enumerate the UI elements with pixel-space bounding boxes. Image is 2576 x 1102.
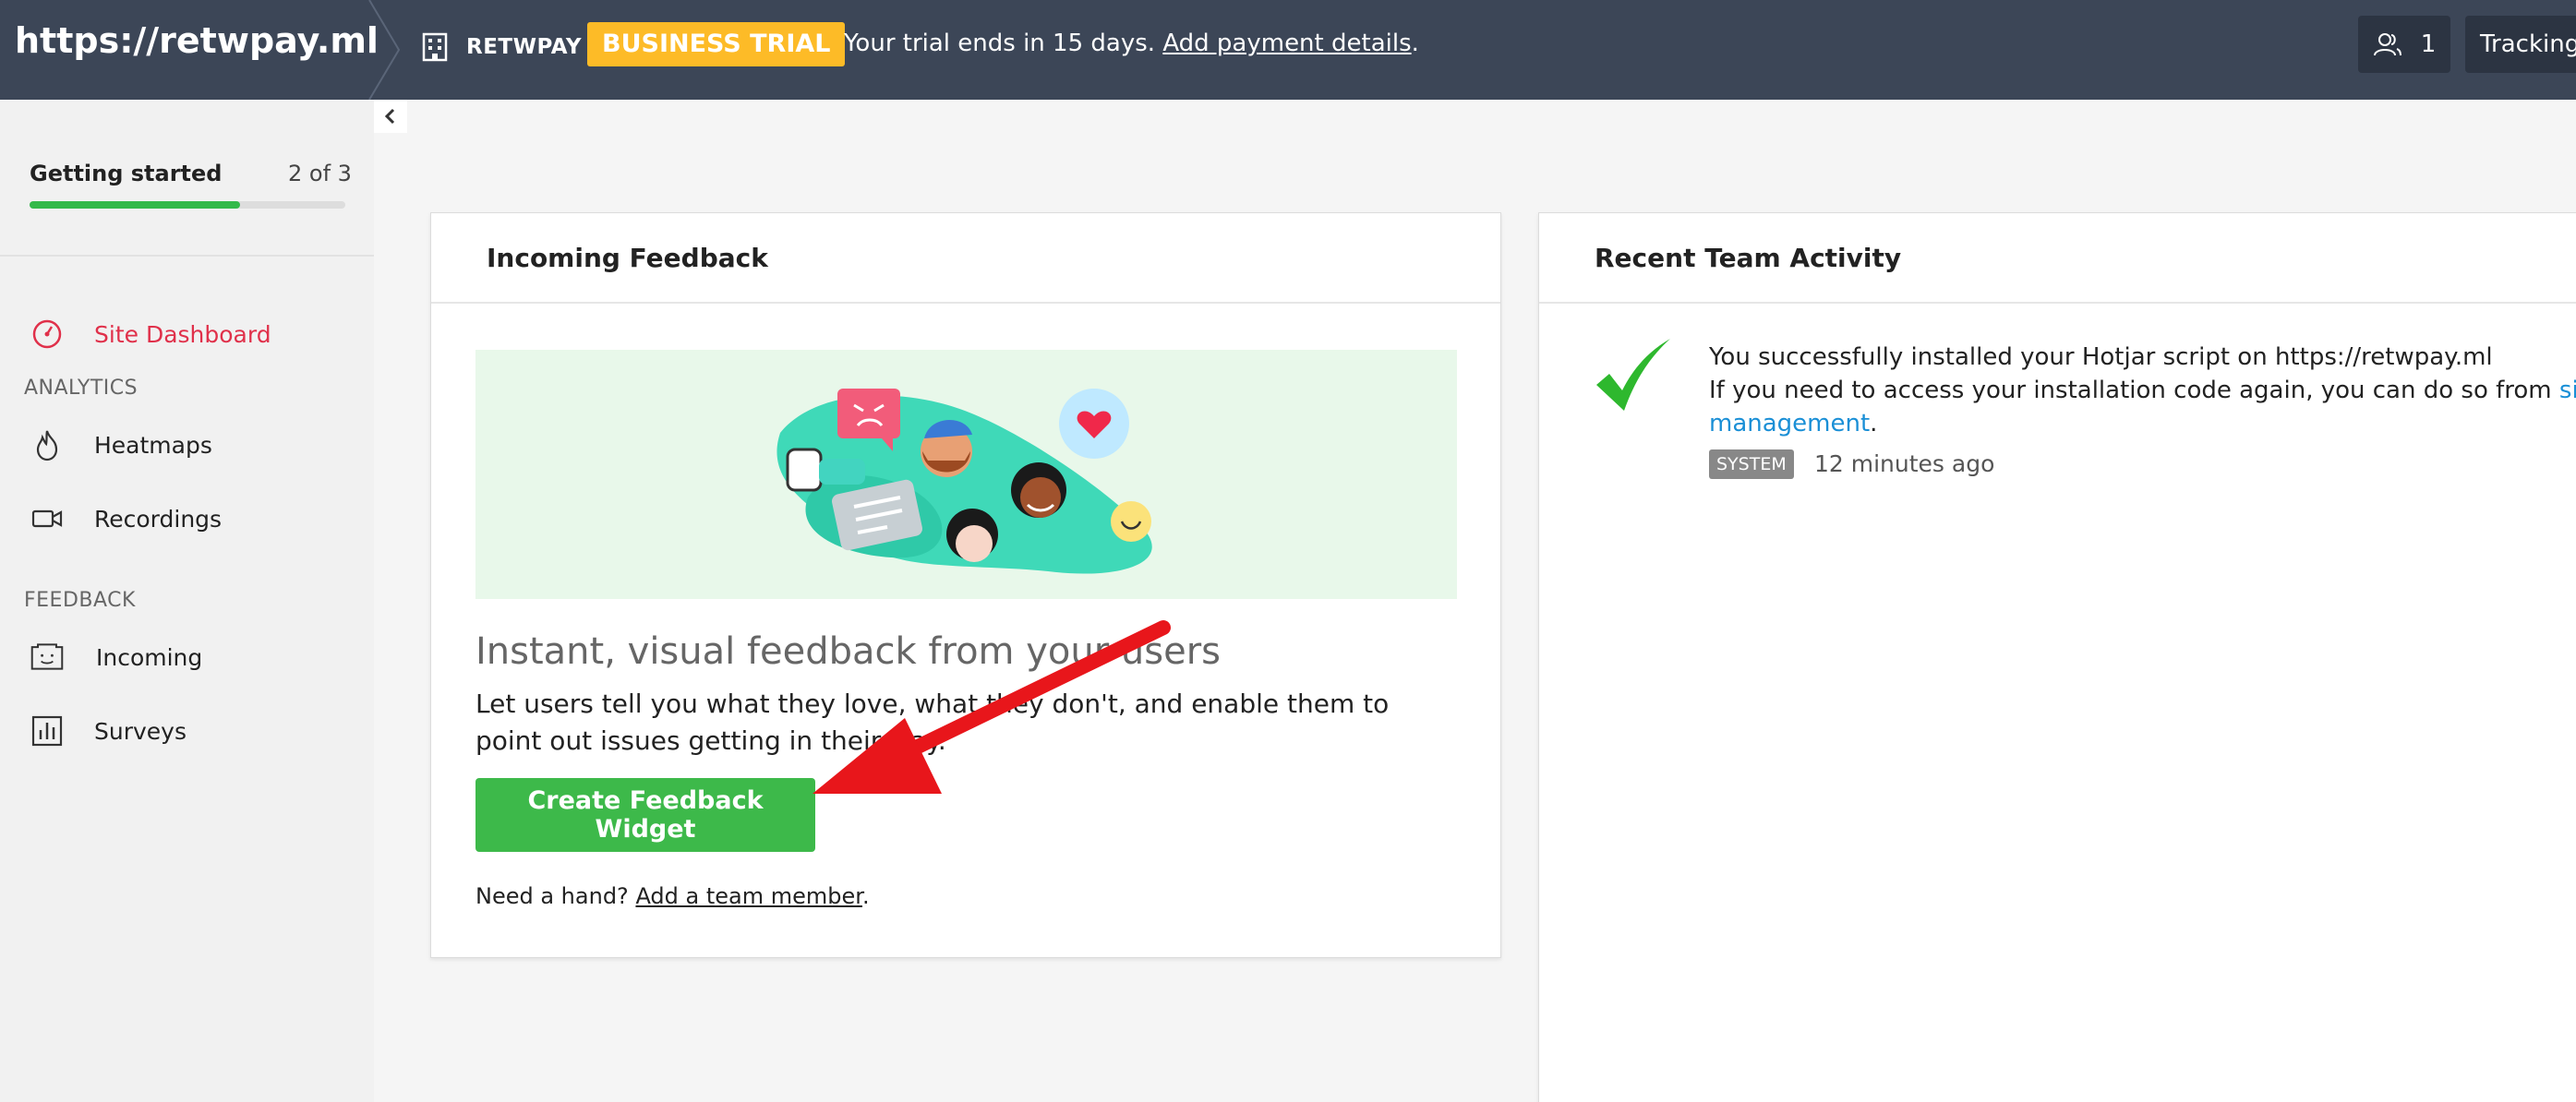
system-badge: SYSTEM (1709, 449, 1794, 479)
sidebar-item-incoming[interactable]: Incoming (0, 629, 374, 685)
video-camera-icon (31, 509, 63, 528)
feedback-section-label: FEEDBACK (24, 589, 136, 612)
incoming-feedback-card: Incoming Feedback Instant, visual feedba… (430, 212, 1501, 958)
sidebar: Getting started 2 of 3 Site Dashboard AN… (0, 100, 374, 1102)
sidebar-item-label: Heatmaps (94, 431, 212, 459)
sidebar-item-recordings[interactable]: Recordings (0, 491, 374, 546)
sidebar-item-label: Site Dashboard (94, 320, 271, 348)
add-payment-link[interactable]: Add payment details (1162, 30, 1411, 57)
sidebar-divider (0, 255, 374, 257)
trial-badge: BUSINESS TRIAL (587, 22, 846, 66)
card-title: Incoming Feedback (431, 213, 1500, 304)
top-bar: https://retwpay.ml RETWPAY BUSINESS TRIA… (0, 0, 2576, 100)
getting-started-progress (30, 201, 345, 209)
feedback-illustration (475, 350, 1457, 599)
heart-bubble-illustration (1059, 389, 1129, 459)
help-text: Need a hand? Add a team member. (475, 883, 870, 909)
create-feedback-widget-button[interactable]: Create Feedback Widget (475, 778, 815, 852)
trial-text: Your trial ends in 15 days. (844, 30, 1156, 57)
activity-line-2-suffix: . (1870, 410, 1878, 437)
tracking-button[interactable]: Tracking (2465, 16, 2576, 73)
sidebar-item-label: Surveys (94, 717, 187, 745)
collapse-sidebar-button[interactable] (374, 100, 407, 133)
getting-started-count: 2 of 3 (288, 161, 352, 186)
trial-notice: Your trial ends in 15 days. Add payment … (844, 30, 1419, 57)
feedback-headline: Instant, visual feedback from your users (475, 630, 1221, 673)
analytics-section-label: ANALYTICS (24, 377, 138, 400)
help-suffix: . (861, 883, 870, 909)
sidebar-item-site-dashboard[interactable]: Site Dashboard (0, 306, 374, 362)
team-members-button[interactable]: 1 (2358, 16, 2450, 73)
sidebar-item-label: Incoming (96, 643, 203, 671)
sidebar-item-label: Recordings (94, 505, 223, 533)
sidebar-item-surveys[interactable]: Surveys (0, 703, 374, 759)
add-team-member-link[interactable]: Add a team member (635, 883, 862, 909)
feedback-description: Let users tell you what they love, what … (475, 689, 1390, 756)
help-prefix: Need a hand? (475, 883, 629, 909)
getting-started-label[interactable]: Getting started (30, 161, 223, 186)
chevron-left-icon (384, 108, 395, 125)
building-icon (422, 32, 448, 62)
winking-emoji-illustration (1111, 501, 1151, 542)
site-url[interactable]: https://retwpay.ml (15, 20, 379, 61)
recent-team-activity-card: Recent Team Activity You successfully in… (1538, 212, 2576, 1102)
breadcrumb-separator-icon (368, 0, 401, 100)
trial-suffix: . (1411, 30, 1419, 57)
sidebar-item-heatmaps[interactable]: Heatmaps (0, 417, 374, 473)
users-icon (2373, 33, 2401, 56)
activity-line-1: You successfully installed your Hotjar s… (1709, 343, 2493, 371)
organization-name[interactable]: RETWPAY (466, 35, 582, 59)
checkmark-icon (1596, 339, 1670, 411)
users-count: 1 (2420, 30, 2437, 58)
flame-icon (36, 430, 58, 461)
avatar-woman-illustration (1011, 462, 1066, 518)
bar-chart-icon (31, 715, 63, 747)
activity-line-2-text: If you need to access your installation … (1709, 377, 2552, 404)
progress-fill (30, 201, 241, 209)
smiley-screen-icon (30, 643, 64, 670)
activity-line-2: If you need to access your installation … (1709, 374, 2576, 440)
activity-message: You successfully installed your Hotjar s… (1709, 341, 2576, 440)
dashboard-gauge-icon (32, 319, 62, 349)
card-title: Recent Team Activity (1539, 213, 2576, 304)
activity-timestamp: 12 minutes ago (1814, 450, 1995, 477)
